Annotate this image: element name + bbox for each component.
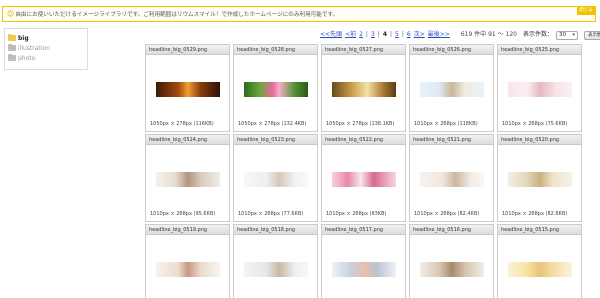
next-page-link[interactable]: 次> <box>414 30 425 40</box>
notice-close-button[interactable]: 閉じる <box>577 7 595 15</box>
per-page-select[interactable]: 30 ▾ <box>556 30 578 40</box>
notice-text: 自由にお使いいただけるイメージライブラリです。ご利用範囲はリウムスマイル！で作成… <box>15 12 339 18</box>
first-page-link[interactable]: <<先頭 <box>320 30 342 40</box>
image-thumbnail[interactable] <box>332 82 396 97</box>
page-separator: | <box>390 31 393 38</box>
image-thumbnail[interactable] <box>244 262 308 277</box>
image-filename: headline_big_0528.png <box>234 45 317 55</box>
image-card[interactable]: headline_big_0528.png 1050px × 278px (132… <box>233 44 318 132</box>
folder-label: big <box>18 34 29 42</box>
image-thumbnail[interactable] <box>244 172 308 187</box>
image-thumbnail[interactable] <box>508 82 572 97</box>
image-card[interactable]: headline_big_0515.png <box>497 224 582 298</box>
image-card[interactable]: headline_big_0524.png 1010px × 268px (95.… <box>145 134 230 222</box>
image-thumbnail[interactable] <box>156 262 220 277</box>
folder-item-illustration[interactable]: illustration <box>8 43 84 53</box>
image-dimensions: 1010px × 268px (82.4KB) <box>414 211 480 217</box>
image-filename: headline_big_0527.png <box>322 45 405 55</box>
folder-item-big[interactable]: big <box>8 33 84 43</box>
image-card[interactable]: headline_big_0517.png <box>321 224 406 298</box>
page-link-2[interactable]: 2 <box>359 30 363 40</box>
pagination: <<先頭 <前 2 | 3 | 4 | 5 | 6 次> 最後>> 619 件中… <box>320 30 600 40</box>
image-thumbnail[interactable] <box>420 82 484 97</box>
image-filename: headline_big_0526.png <box>410 45 493 55</box>
image-thumbnail[interactable] <box>156 82 220 97</box>
image-card[interactable]: headline_big_0527.png 1050px × 278px (138… <box>321 44 406 132</box>
page-link-6[interactable]: 6 <box>407 30 411 40</box>
image-filename: headline_big_0518.png <box>234 225 317 235</box>
last-page-link[interactable]: 最後>> <box>428 30 450 40</box>
image-dimensions: 1050px × 278px (138.1KB) <box>326 121 395 127</box>
image-thumbnail[interactable] <box>156 172 220 187</box>
image-card[interactable]: headline_big_0520.png 1010px × 268px (82.… <box>497 134 582 222</box>
image-filename: headline_big_0524.png <box>146 135 229 145</box>
image-dimensions: 1050px × 278px (116KB) <box>150 121 214 127</box>
image-thumbnail[interactable] <box>332 262 396 277</box>
image-card[interactable]: headline_big_0522.png 1010px × 268px (83K… <box>321 134 406 222</box>
image-filename: headline_big_0525.png <box>498 45 581 55</box>
image-card[interactable]: headline_big_0526.png 1010px × 268px (118… <box>409 44 494 132</box>
image-card[interactable]: headline_big_0523.png 1010px × 268px (77.… <box>233 134 318 222</box>
image-thumbnail[interactable] <box>332 172 396 187</box>
image-filename: headline_big_0519.png <box>146 225 229 235</box>
image-dimensions: 1010px × 268px (95.6KB) <box>150 211 216 217</box>
page-separator: | <box>377 31 380 38</box>
folder-icon <box>8 54 16 61</box>
smile-icon: ☺ <box>7 10 15 18</box>
page-link-5[interactable]: 5 <box>395 30 399 40</box>
image-card[interactable]: headline_big_0518.png <box>233 224 318 298</box>
image-filename: headline_big_0522.png <box>322 135 405 145</box>
image-card[interactable]: headline_big_0525.png 1010px × 268px (75.… <box>497 44 582 132</box>
page-separator: | <box>365 31 368 38</box>
image-card[interactable]: headline_big_0529.png 1050px × 278px (116… <box>145 44 230 132</box>
image-filename: headline_big_0517.png <box>322 225 405 235</box>
folder-label: illustration <box>18 44 50 52</box>
image-thumbnail[interactable] <box>508 262 572 277</box>
image-dimensions: 1050px × 278px (132.4KB) <box>238 121 307 127</box>
image-dimensions: 1010px × 268px (77.6KB) <box>238 211 304 217</box>
chevron-down-icon: ▾ <box>572 31 575 38</box>
image-dimensions: 1010px × 268px (82.8KB) <box>502 211 568 217</box>
image-card[interactable]: headline_big_0519.png <box>145 224 230 298</box>
image-filename: headline_big_0520.png <box>498 135 581 145</box>
image-dimensions: 1010px × 268px (118KB) <box>414 121 478 127</box>
image-filename: headline_big_0529.png <box>146 45 229 55</box>
result-count: 619 件中 91 〜 120 <box>460 31 517 38</box>
folder-item-photo[interactable]: photo <box>8 53 84 63</box>
apply-per-page-button[interactable]: 表示数変更 <box>584 30 600 40</box>
current-page: 4 <box>382 31 387 38</box>
image-filename: headline_big_0523.png <box>234 135 317 145</box>
folder-tree: big illustration photo <box>4 28 88 70</box>
image-filename: headline_big_0521.png <box>410 135 493 145</box>
image-thumbnail[interactable] <box>244 82 308 97</box>
page-separator: | <box>401 31 404 38</box>
folder-icon <box>8 34 16 41</box>
image-dimensions: 1010px × 268px (75.6KB) <box>502 121 568 127</box>
image-thumbnail[interactable] <box>508 172 572 187</box>
notice-banner: ☺自由にお使いいただけるイメージライブラリです。ご利用範囲はリウムスマイル！で作… <box>2 6 596 22</box>
image-dimensions: 1010px × 268px (83KB) <box>326 211 387 217</box>
prev-page-link[interactable]: <前 <box>345 30 356 40</box>
image-thumbnail[interactable] <box>420 262 484 277</box>
per-page-value: 30 <box>559 31 566 38</box>
page-link-3[interactable]: 3 <box>371 30 375 40</box>
image-filename: headline_big_0516.png <box>410 225 493 235</box>
image-filename: headline_big_0515.png <box>498 225 581 235</box>
image-thumbnail[interactable] <box>420 172 484 187</box>
folder-label: photo <box>18 54 36 62</box>
folder-icon <box>8 44 16 51</box>
image-card[interactable]: headline_big_0521.png 1010px × 268px (82.… <box>409 134 494 222</box>
per-page-label: 表示件数： <box>522 31 553 38</box>
image-card[interactable]: headline_big_0516.png <box>409 224 494 298</box>
